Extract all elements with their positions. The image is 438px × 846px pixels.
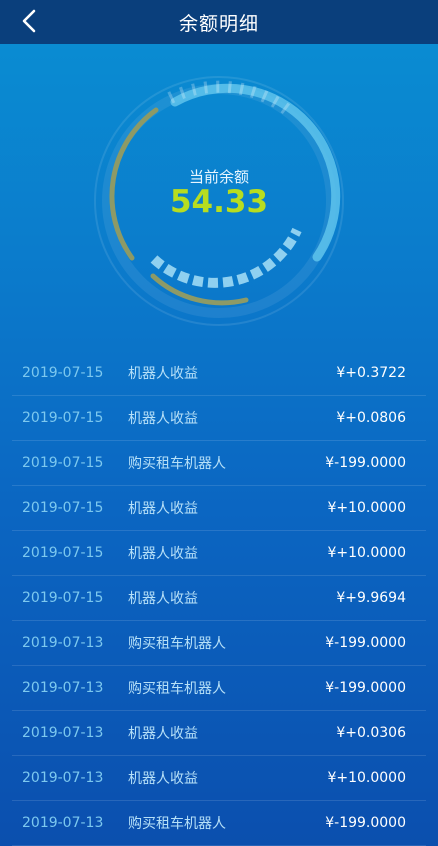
record-desc: 机器人收益 (128, 726, 198, 742)
record-date: 2019-07-13 (22, 770, 104, 786)
record-amount: ¥+10.0000 (327, 770, 406, 786)
record-date: 2019-07-13 (22, 815, 104, 831)
record-date: 2019-07-15 (22, 590, 104, 606)
list-item: 2019-07-13 购买租车机器人 ¥-199.0000 (12, 666, 426, 711)
record-amount: ¥+10.0000 (327, 545, 406, 561)
list-item: 2019-07-15 机器人收益 ¥+10.0000 (12, 531, 426, 576)
record-desc: 机器人收益 (128, 366, 198, 382)
record-amount: ¥+10.0000 (327, 500, 406, 516)
record-date: 2019-07-13 (22, 725, 104, 741)
record-amount: ¥-199.0000 (325, 815, 406, 831)
balance-value: 54.33 (169, 184, 269, 220)
top-bar: 余额明细 (0, 0, 438, 44)
record-date: 2019-07-13 (22, 635, 104, 651)
list-item: 2019-07-13 购买租车机器人 ¥-199.0000 (12, 621, 426, 666)
list-item: 2019-07-15 机器人收益 ¥+0.3722 (12, 351, 426, 396)
list-item: 2019-07-13 机器人收益 ¥+0.0306 (12, 711, 426, 756)
page-title: 余额明细 (178, 12, 259, 35)
list-item: 2019-07-13 购买租车机器人 ¥-199.0000 (12, 801, 426, 846)
record-amount: ¥-199.0000 (325, 635, 406, 651)
record-date: 2019-07-13 (22, 680, 104, 696)
record-desc: 机器人收益 (128, 591, 198, 607)
record-desc: 机器人收益 (128, 546, 198, 562)
record-desc: 购买租车机器人 (128, 681, 226, 697)
chevron-left-icon (22, 9, 36, 33)
list-item: 2019-07-15 机器人收益 ¥+10.0000 (12, 486, 426, 531)
record-date: 2019-07-15 (22, 410, 104, 426)
record-date: 2019-07-15 (22, 365, 104, 381)
record-desc: 机器人收益 (128, 771, 198, 787)
transaction-list: 2019-07-15 机器人收益 ¥+0.3722 2019-07-15 机器人… (12, 351, 426, 846)
record-date: 2019-07-15 (22, 545, 104, 561)
list-item: 2019-07-15 机器人收益 ¥+9.9694 (12, 576, 426, 621)
record-amount: ¥-199.0000 (325, 455, 406, 471)
record-date: 2019-07-15 (22, 455, 104, 471)
record-desc: 购买租车机器人 (128, 816, 226, 832)
list-item: 2019-07-13 机器人收益 ¥+10.0000 (12, 756, 426, 801)
record-amount: ¥+0.3722 (336, 365, 406, 381)
balance-gauge: 当前余额 54.33 (0, 44, 438, 350)
record-desc: 购买租车机器人 (128, 636, 226, 652)
list-item: 2019-07-15 购买租车机器人 ¥-199.0000 (12, 441, 426, 486)
record-desc: 机器人收益 (128, 501, 198, 517)
record-desc: 购买租车机器人 (128, 456, 226, 472)
record-amount: ¥+0.0806 (336, 410, 406, 426)
back-button[interactable] (14, 6, 44, 36)
record-amount: ¥+0.0306 (336, 725, 406, 741)
record-date: 2019-07-15 (22, 500, 104, 516)
list-item: 2019-07-15 机器人收益 ¥+0.0806 (12, 396, 426, 441)
record-amount: ¥-199.0000 (325, 680, 406, 696)
record-desc: 机器人收益 (128, 411, 198, 427)
record-amount: ¥+9.9694 (336, 590, 406, 606)
